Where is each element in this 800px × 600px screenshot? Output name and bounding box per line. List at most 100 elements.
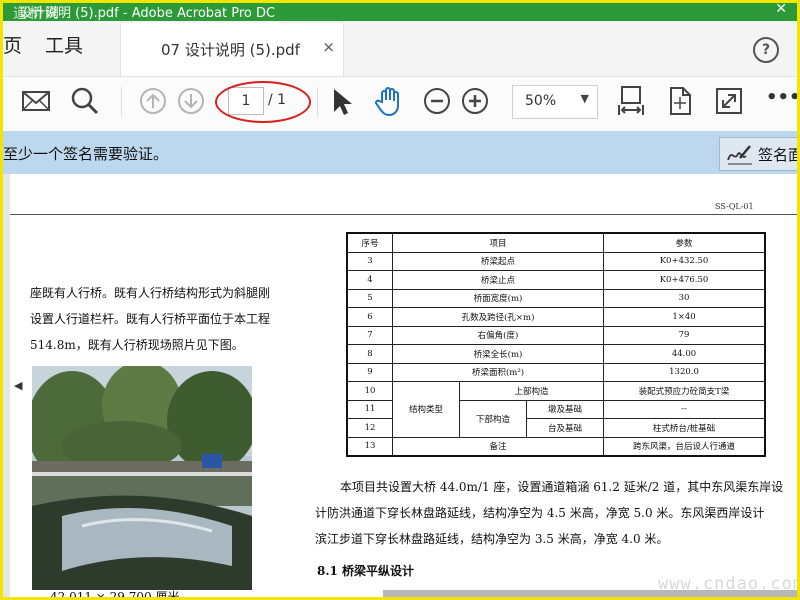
table-cell: 下部构造 (459, 399, 527, 438)
table-cell: 5 (346, 288, 393, 308)
table-cell: 11 (346, 399, 393, 419)
signature-notice-bar: 至少一个签名需要验证。 签名面 (3, 131, 797, 174)
body-text-line: 514.8m，既有人行桥现场照片见下图。 (30, 338, 244, 352)
table-header: 项目 (392, 232, 604, 253)
page-down-icon[interactable] (175, 85, 207, 117)
tab-bar: 页 工具 07 设计说明 (5).pdf × ? (3, 21, 797, 77)
fullscreen-icon[interactable] (713, 85, 745, 117)
document-viewport[interactable]: SS-QL-01 座既有人行桥。既有人行桥结构形式为斜腿刚 设置人行道栏杆。既有… (3, 174, 797, 597)
rotate-icon[interactable] (664, 85, 696, 117)
table-cell: -- (603, 399, 766, 419)
tab-document-label: 07 设计说明 (5).pdf (161, 41, 300, 59)
signature-pen-icon (727, 145, 752, 165)
left-panel-toggle-icon[interactable]: ◀ (14, 379, 28, 397)
table-cell: 墩及基础 (526, 399, 604, 419)
window-title: 设计说明 (5).pdf - Adobe Acrobat Pro DC (19, 6, 276, 21)
table-cell: 上部构造 (459, 381, 604, 401)
hand-icon[interactable] (373, 85, 405, 117)
toolbar: 1 / 1 50% ▼ ••• (3, 77, 797, 127)
more-icon[interactable]: ••• (766, 87, 797, 108)
tab-close-icon[interactable]: × (322, 38, 335, 56)
table-cell: 30 (603, 288, 766, 308)
tab-tools[interactable]: 工具 (45, 31, 83, 58)
table-header: 参数 (603, 232, 766, 253)
body-text-line: 座既有人行桥。既有人行桥结构形式为斜腿刚 (30, 286, 271, 300)
site-watermark-bottom: www.cndao.com (658, 574, 800, 594)
table-header-row: 序号 项目 参数 (346, 232, 766, 253)
help-icon[interactable]: ? (753, 37, 779, 63)
section-heading: 8.1 桥梁平纵设计 (317, 564, 415, 578)
mail-icon[interactable] (20, 85, 52, 117)
chevron-down-icon: ▼ (580, 92, 589, 105)
select-arrow-icon[interactable] (325, 85, 357, 117)
table-cell: 结构类型 (392, 381, 460, 438)
zoom-value: 50% (525, 93, 557, 109)
table-row: 6 孔数及跨径(孔×m) 1×40 (346, 307, 766, 327)
pdf-page: SS-QL-01 座既有人行桥。既有人行桥结构形式为斜腿刚 设置人行道栏杆。既有… (10, 174, 797, 597)
table-cell: 桥梁止点 (392, 270, 604, 290)
toolbar-divider (121, 87, 122, 117)
signature-panel-label: 签名面 (758, 146, 800, 164)
table-cell: 装配式预应力砼简支T梁 (603, 381, 766, 401)
table-cell: 79 (603, 325, 766, 345)
table-cell: K0+476.50 (603, 270, 766, 290)
table-cell: 跨东风渠，台后设人行通道 (603, 436, 766, 457)
table-cell: 右偏角(度) (392, 325, 604, 345)
zoom-select[interactable]: 50% ▼ (512, 85, 598, 119)
body-text-line: 本项目共设置大桥 44.0m/1 座，设置通道箱涵 61.2 延米/2 道，其中… (340, 480, 784, 494)
signature-notice-message: 至少一个签名需要验证。 (3, 145, 169, 163)
table-row: 5 桥面宽度(m) 30 (346, 288, 766, 308)
table-cell: 4 (346, 270, 393, 290)
page-size-indicator: 42.011 × 29.700 厘米 (50, 590, 180, 597)
table-cell: 桥面宽度(m) (392, 288, 604, 308)
signature-panel-button[interactable]: 签名面 (719, 137, 800, 171)
table-row: 13 备注 跨东风渠，台后设人行通道 (346, 436, 766, 457)
table-cell: 6 (346, 307, 393, 327)
bridge-photo (32, 366, 252, 590)
title-bar: 道桥网 设计说明 (5).pdf - Adobe Acrobat Pro DC … (3, 3, 797, 22)
table-header: 序号 (346, 232, 393, 253)
app-window: 道桥网 设计说明 (5).pdf - Adobe Acrobat Pro DC … (0, 0, 800, 600)
tab-document[interactable]: 07 设计说明 (5).pdf × (120, 23, 344, 76)
table-row: 7 右偏角(度) 79 (346, 325, 766, 345)
highlight-ring (215, 81, 311, 123)
table-cell: K0+432.50 (603, 251, 766, 271)
table-cell: 44.00 (603, 344, 766, 364)
search-icon[interactable] (69, 85, 101, 117)
bridge-parameter-table: 序号 项目 参数 3 桥梁起点 K0+432.50 4 桥梁止点 K0+476.… (346, 232, 766, 457)
table-cell: 台及基础 (526, 418, 604, 438)
fit-width-icon[interactable] (615, 85, 647, 117)
table-cell: 9 (346, 362, 393, 382)
table-row: 9 桥梁面积(m²) 1320.0 (346, 362, 766, 382)
table-cell: 7 (346, 325, 393, 345)
left-panel-strip (3, 174, 10, 597)
table-cell: 3 (346, 251, 393, 271)
table-cell: 孔数及跨径(孔×m) (392, 307, 604, 327)
table-cell: 10 (346, 381, 393, 401)
header-rule (10, 214, 797, 215)
window-close-icon[interactable]: ✕ (775, 3, 787, 17)
toolbar-divider (317, 87, 318, 117)
page-up-icon[interactable] (137, 85, 169, 117)
body-text-line: 设置人行道栏杆。既有人行桥平面位于本工程 (30, 312, 271, 326)
table-cell: 桥梁起点 (392, 251, 604, 271)
table-cell: 桥梁面积(m²) (392, 362, 604, 382)
table-row: 3 桥梁起点 K0+432.50 (346, 251, 766, 271)
table-cell: 1320.0 (603, 362, 766, 382)
table-row: 4 桥梁止点 K0+476.50 (346, 270, 766, 290)
tab-home[interactable]: 页 (3, 31, 22, 58)
table-row: 8 桥梁全长(m) 44.00 (346, 344, 766, 364)
zoom-in-icon[interactable] (459, 85, 491, 117)
table-cell: 8 (346, 344, 393, 364)
body-text-line: 计防洪通道下穿长林盘路延线，结构净空为 4.5 米高，净宽 5.0 米。东风渠西… (315, 506, 765, 520)
table-cell: 柱式桥台/桩基础 (603, 418, 766, 438)
table-cell: 桥梁全长(m) (392, 344, 604, 364)
table-cell: 13 (346, 436, 393, 457)
table-cell: 1×40 (603, 307, 766, 327)
table-cell: 12 (346, 418, 393, 438)
drawing-code: SS-QL-01 (715, 202, 754, 211)
table-cell: 备注 (392, 436, 604, 457)
table-row: 10 结构类型 上部构造 装配式预应力砼简支T梁 (346, 381, 766, 438)
body-text-line: 滨江步道下穿长林盘路延线，结构净空为 3.5 米高，净宽 4.0 米。 (315, 532, 669, 546)
zoom-out-icon[interactable] (421, 85, 453, 117)
